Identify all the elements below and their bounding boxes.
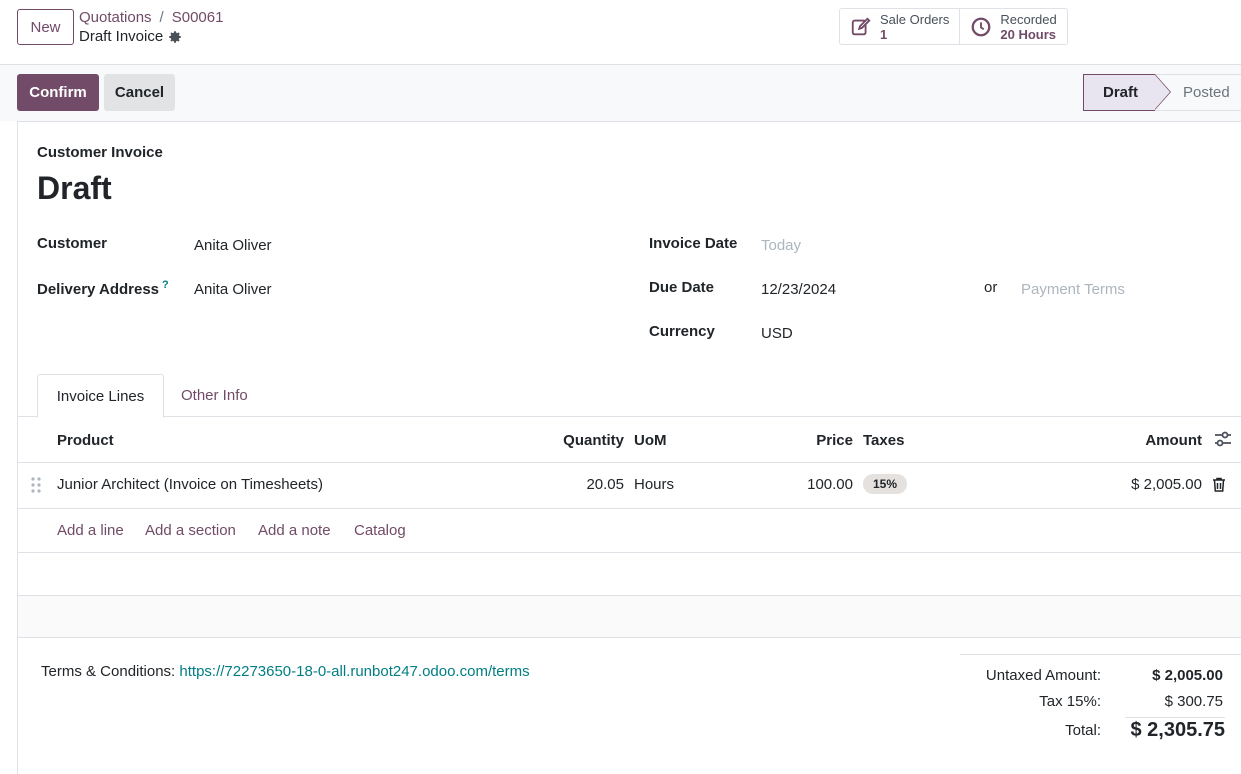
recorded-hours-button[interactable]: Recorded 20 Hours (959, 9, 1066, 44)
confirm-button[interactable]: Confirm (17, 74, 99, 111)
line-product[interactable]: Junior Architect (Invoice on Timesheets) (57, 476, 323, 493)
recorded-hours-value: 20 Hours (1000, 26, 1057, 42)
breadcrumb-quotations[interactable]: Quotations (79, 9, 152, 26)
column-amount[interactable]: Amount (1102, 432, 1202, 449)
due-date-field[interactable]: 12/23/2024 (761, 281, 836, 298)
record-title-text: Draft Invoice (79, 28, 164, 45)
sale-orders-count: 1 (880, 26, 888, 42)
status-posted-label: Posted (1183, 84, 1230, 101)
payment-terms-field[interactable]: Payment Terms (1021, 281, 1125, 298)
status-arrow-fill (1155, 75, 1170, 109)
add-note-link[interactable]: Add a note (258, 522, 331, 539)
edit-icon (850, 16, 872, 38)
column-uom[interactable]: UoM (634, 432, 667, 449)
add-links-row: Add a line Add a section Add a note Cata… (18, 509, 1241, 553)
tax-badge[interactable]: 15% (863, 474, 908, 494)
total-label: Total: (1065, 722, 1101, 739)
status-draft-label: Draft (1103, 84, 1139, 101)
catalog-link[interactable]: Catalog (354, 522, 406, 539)
clock-icon (970, 16, 992, 38)
tab-invoice-lines[interactable]: Invoice Lines (37, 374, 164, 418)
invoice-date-label: Invoice Date (649, 235, 738, 252)
customer-field[interactable]: Anita Oliver (194, 237, 272, 254)
document-name: Draft (37, 170, 112, 206)
or-label: or (984, 279, 998, 296)
breadcrumb-order[interactable]: S00061 (172, 9, 224, 26)
empty-row (18, 596, 1241, 638)
tab-other-info[interactable]: Other Info (181, 374, 248, 417)
table-row[interactable]: Junior Architect (Invoice on Timesheets)… (18, 463, 1241, 509)
column-product[interactable]: Product (57, 432, 114, 449)
status-bar: Draft Posted (1083, 74, 1241, 111)
currency-label: Currency (649, 323, 715, 340)
new-button[interactable]: New (17, 9, 74, 45)
help-icon[interactable]: ? (162, 279, 169, 291)
control-panel: New Quotations / S00061 Draft Invoice Sa… (0, 0, 1241, 65)
invoice-date-field[interactable]: Today (761, 237, 801, 254)
breadcrumb-separator: / (159, 9, 164, 26)
untaxed-amount-value: $ 2,005.00 (1152, 667, 1223, 684)
delivery-address-label-text: Delivery Address (37, 281, 160, 298)
record-title: Draft Invoice (79, 28, 182, 45)
customer-label: Customer (37, 235, 108, 252)
column-price[interactable]: Price (753, 432, 853, 449)
sale-orders-button[interactable]: Sale Orders 1 (840, 9, 959, 44)
currency-field[interactable]: USD (761, 325, 793, 342)
cancel-button[interactable]: Cancel (104, 74, 175, 111)
line-amount: $ 2,005.00 (1131, 476, 1202, 493)
notebook-tabs: Invoice Lines Other Info (18, 374, 1241, 418)
totals-divider (1125, 717, 1225, 718)
add-section-link[interactable]: Add a section (145, 522, 236, 539)
tax-value: $ 300.75 (1164, 693, 1223, 710)
delivery-address-field[interactable]: Anita Oliver (194, 281, 272, 298)
due-date-label: Due Date (649, 279, 715, 296)
line-uom[interactable]: Hours (634, 476, 674, 493)
drag-handle-icon[interactable] (31, 477, 41, 493)
action-bar: Confirm Cancel Draft Posted (0, 65, 1241, 121)
terms-conditions: Terms & Conditions: https://72273650-18-… (41, 663, 530, 680)
column-settings-icon[interactable] (1214, 431, 1232, 447)
status-draft[interactable]: Draft (1083, 74, 1171, 111)
column-taxes[interactable]: Taxes (863, 432, 904, 449)
document-type: Customer Invoice (37, 144, 163, 161)
add-line-link[interactable]: Add a line (57, 522, 124, 539)
line-quantity[interactable]: 20.05 (524, 476, 624, 493)
form-sheet: Customer Invoice Draft Customer Anita Ol… (17, 121, 1241, 774)
terms-link[interactable]: https://72273650-18-0-all.runbot247.odoo… (179, 663, 529, 680)
smart-buttons: Sale Orders 1 Recorded 20 Hours (839, 8, 1068, 45)
column-quantity[interactable]: Quantity (524, 432, 624, 449)
delivery-address-label: Delivery Address? (37, 279, 169, 298)
untaxed-amount-label: Untaxed Amount: (985, 667, 1101, 684)
recorded-label: Recorded (1000, 11, 1057, 27)
terms-label: Terms & Conditions: (41, 663, 176, 680)
gear-icon[interactable] (168, 30, 182, 44)
totals-panel: Untaxed Amount: $ 2,005.00 Tax 15%: $ 30… (960, 654, 1241, 741)
line-price[interactable]: 100.00 (753, 476, 853, 493)
total-value: $ 2,305.75 (1130, 719, 1225, 741)
sale-orders-label: Sale Orders (880, 11, 950, 27)
empty-row (18, 553, 1241, 596)
trash-icon[interactable] (1212, 477, 1226, 492)
breadcrumb: Quotations / S00061 (79, 9, 223, 26)
table-header: Product Quantity UoM Price Taxes Amount (18, 418, 1241, 463)
tax-label: Tax 15%: (1039, 693, 1101, 710)
